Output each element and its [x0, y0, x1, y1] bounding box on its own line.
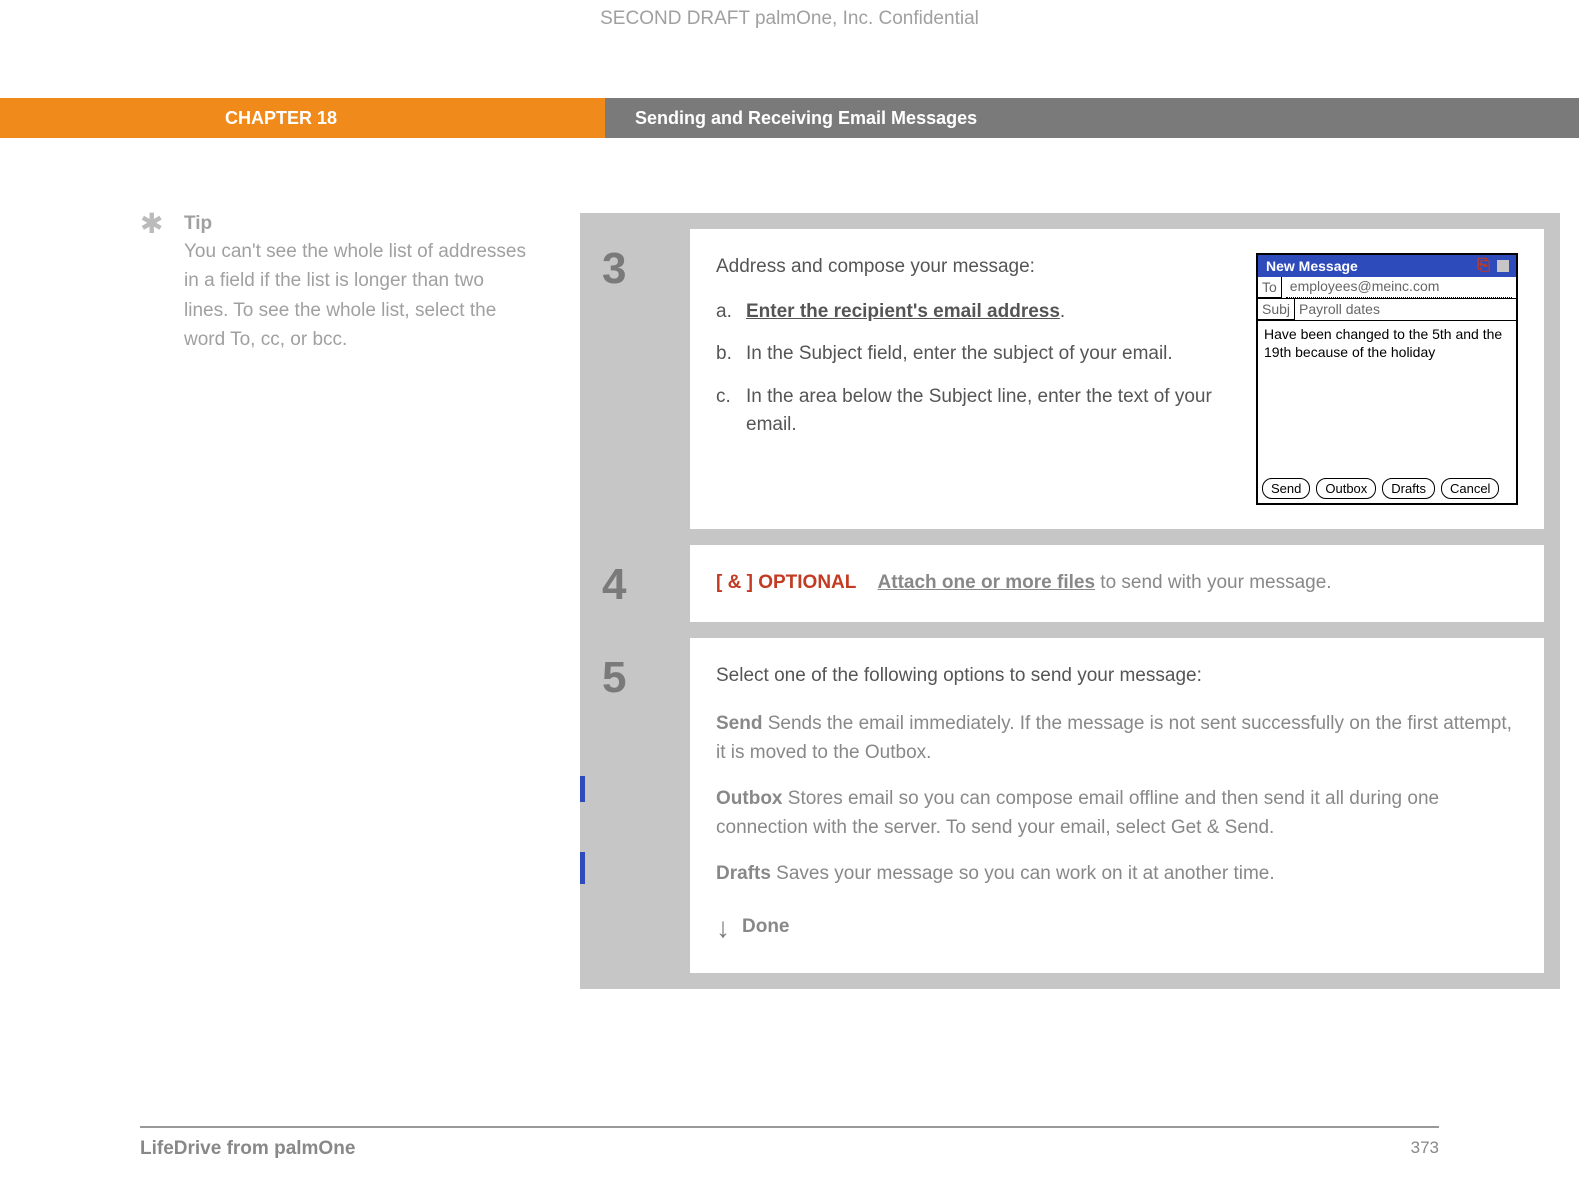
step4-rest: to send with your message. — [1095, 572, 1332, 593]
step5-opt-drafts-name: Drafts — [716, 863, 771, 884]
page-number: 373 — [1411, 1138, 1439, 1160]
change-bar-icon — [580, 776, 585, 802]
step-number-3: 3 — [580, 229, 690, 529]
card-icon[interactable] — [1496, 259, 1510, 273]
footer-product: LifeDrive from palmOne — [140, 1138, 355, 1160]
step3-item-a-link[interactable]: Enter the recipient's email address — [746, 301, 1060, 322]
step3-intro: Address and compose your message: — [716, 253, 1230, 282]
palm-outbox-button[interactable]: Outbox — [1316, 478, 1376, 500]
step-number-5: 5 — [580, 638, 690, 973]
palm-body-field[interactable]: Have been changed to the 5th and the 19t… — [1258, 321, 1516, 453]
step3-item-b-label: b. — [716, 340, 746, 369]
step5-opt-drafts-desc: Saves your message so you can work on it… — [771, 863, 1275, 884]
step3-item-b-text: In the Subject field, enter the subject … — [746, 340, 1230, 369]
step3-item-a-label: a. — [716, 298, 746, 327]
step3-item-c-text: In the area below the Subject line, ente… — [746, 383, 1230, 440]
asterisk-icon: ✱ — [140, 213, 184, 235]
step5-intro: Select one of the following options to s… — [716, 662, 1518, 691]
step-number-4: 4 — [580, 545, 690, 622]
chapter-title: Sending and Receiving Email Messages — [605, 98, 1579, 138]
palm-screenshot: New Message ⎘ To employees@meinc.com — [1256, 253, 1518, 505]
palm-window-title: New Message — [1258, 255, 1378, 277]
step4-link[interactable]: Attach one or more files — [878, 572, 1096, 593]
palm-send-button[interactable]: Send — [1262, 478, 1310, 500]
step-4: 4 [ & ] OPTIONAL Attach one or more file… — [580, 545, 1544, 622]
chapter-number: CHAPTER 18 — [0, 98, 605, 138]
step-3: 3 Address and compose your message: a. E… — [580, 229, 1544, 529]
chapter-header-bar: CHAPTER 18 Sending and Receiving Email M… — [0, 98, 1579, 138]
done-label: Done — [742, 913, 790, 942]
palm-subj-field[interactable]: Payroll dates — [1295, 299, 1516, 320]
change-bar-icon — [580, 852, 585, 884]
confidential-header: SECOND DRAFT palmOne, Inc. Confidential — [0, 0, 1579, 38]
step4-prefix: [ & ] — [716, 572, 753, 593]
palm-to-field[interactable]: employees@meinc.com — [1286, 276, 1512, 298]
paperclip-icon[interactable]: ⎘ — [1477, 254, 1490, 278]
palm-to-label[interactable]: To — [1258, 277, 1282, 298]
step4-optional-label: OPTIONAL — [758, 572, 856, 593]
sidebar-tip: ✱ Tip You can't see the whole list of ad… — [140, 213, 580, 989]
palm-subj-label[interactable]: Subj — [1258, 299, 1295, 320]
step5-opt-outbox-desc: Stores email so you can compose email of… — [716, 788, 1439, 838]
step3-item-c-label: c. — [716, 383, 746, 440]
tip-body: You can't see the whole list of addresse… — [184, 237, 530, 355]
page-footer: LifeDrive from palmOne 373 — [140, 1126, 1439, 1160]
step3-item-a-suffix: . — [1060, 301, 1065, 322]
steps-panel: 3 Address and compose your message: a. E… — [580, 213, 1560, 989]
palm-drafts-button[interactable]: Drafts — [1382, 478, 1435, 500]
step5-opt-send-desc: Sends the email immediately. If the mess… — [716, 713, 1512, 763]
step-5: 5 Select one of the following options to… — [580, 638, 1544, 973]
palm-cancel-button[interactable]: Cancel — [1441, 478, 1499, 500]
step5-opt-outbox-name: Outbox — [716, 788, 783, 809]
down-arrow-icon: ↓ — [716, 907, 730, 949]
tip-heading: Tip — [184, 213, 212, 235]
step5-opt-send-name: Send — [716, 713, 762, 734]
